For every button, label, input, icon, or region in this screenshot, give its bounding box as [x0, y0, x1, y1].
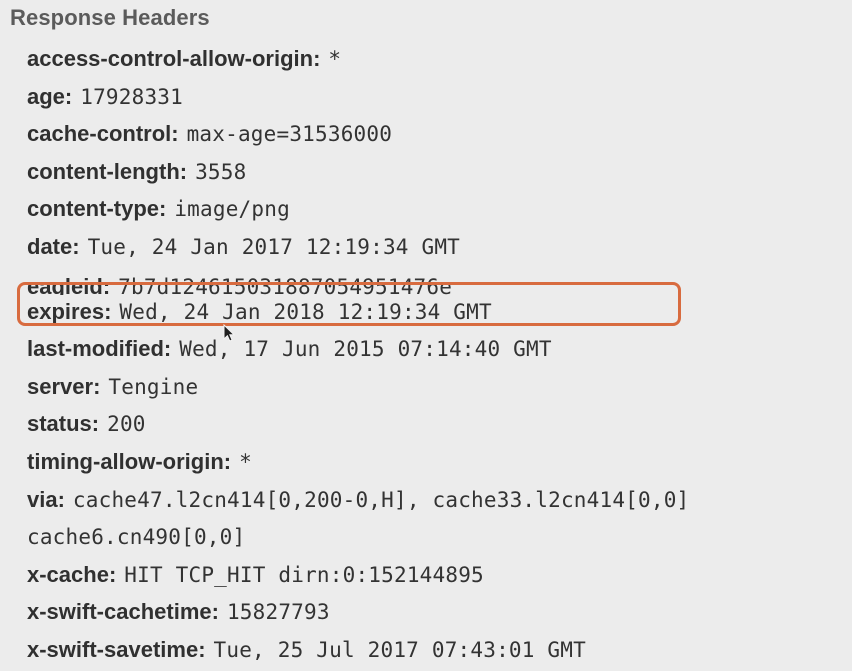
header-value: image/png	[174, 197, 290, 222]
header-name: server	[27, 373, 94, 399]
header-name: timing-allow-origin	[27, 448, 224, 474]
header-row-x-swift-savetime[interactable]: x-swift-savetime: Tue, 25 Jul 2017 07:43:…	[27, 633, 852, 671]
header-value: Tue, 24 Jan 2017 12:19:34 GMT	[87, 234, 461, 259]
header-name: eagleid	[27, 273, 103, 295]
header-row-expires[interactable]: expires: Wed, 24 Jan 2018 12:19:34 GMT	[27, 295, 852, 333]
header-row-date[interactable]: date: Tue, 24 Jan 2017 12:19:34 GMT	[27, 230, 852, 268]
header-row-timing-allow-origin[interactable]: timing-allow-origin: *	[27, 445, 852, 483]
header-row-x-swift-cachetime[interactable]: x-swift-cachetime: 15827793	[27, 595, 852, 633]
response-headers-title[interactable]: Response Headers	[10, 4, 852, 32]
header-value: 3558	[195, 159, 247, 184]
header-value: 17928331	[80, 84, 183, 109]
header-name: expires	[27, 298, 105, 324]
header-separator: :	[72, 233, 80, 259]
header-row-via[interactable]: via: cache47.l2cn414[0,200-0,H], cache33.…	[27, 483, 847, 558]
header-separator: :	[108, 561, 117, 587]
header-separator: :	[198, 636, 206, 662]
header-row-eagleid[interactable]: eagleid: 7b7d1246150318870549514​76e	[27, 268, 852, 295]
header-separator: :	[102, 273, 111, 295]
header-value: Tue, 25 Jul 2017 07:43:01 GMT	[213, 637, 586, 662]
header-name: cache-control	[27, 121, 172, 147]
header-row-status[interactable]: status: 200	[27, 407, 852, 445]
header-separator: :	[159, 196, 167, 222]
header-name: x-swift-savetime	[27, 636, 199, 662]
header-separator: :	[163, 336, 172, 362]
header-separator: :	[91, 411, 100, 437]
header-name: content-type	[27, 196, 159, 222]
header-separator: :	[179, 158, 188, 184]
header-value: Tengine	[108, 374, 199, 399]
header-value: max-age=31536000	[186, 122, 393, 147]
header-row-age[interactable]: age: 17928331	[27, 80, 852, 118]
header-name: via	[27, 486, 58, 512]
header-name: last-modified	[27, 336, 164, 362]
response-headers-list: access-control-allow-origin: * age: 179283…	[10, 42, 852, 671]
header-separator: :	[223, 448, 232, 474]
header-row-cache-control[interactable]: cache-control: max-age=31536000	[27, 117, 852, 155]
header-name: age	[27, 83, 65, 109]
header-value: 7b7d1246150318870549514​76e	[118, 274, 453, 295]
header-separator: :	[313, 46, 321, 71]
header-row-x-cache[interactable]: x-cache: HIT TCP_HIT dirn:0:152144895	[27, 558, 852, 596]
header-row-content-length[interactable]: content-length: 3558	[27, 155, 852, 193]
header-value: cache47.l2cn414[0,200-0,H], cache33.l2cn…	[27, 487, 690, 550]
header-name: content-length	[27, 158, 180, 184]
header-name: x-swift-cachetime	[27, 599, 212, 625]
response-headers-panel: Response Headers access-control-allow-or…	[0, 0, 852, 662]
header-value: 200	[107, 412, 146, 437]
header-value: Wed, 24 Jan 2018 12:19:34 GMT	[119, 299, 492, 324]
header-row-content-type[interactable]: content-type: image/png	[27, 192, 852, 230]
header-row-server[interactable]: server: Tengine	[27, 370, 852, 408]
header-value: *	[239, 449, 252, 474]
header-value: *	[328, 47, 342, 71]
header-row-access-control-allow-origin[interactable]: access-control-allow-origin: *	[27, 42, 852, 80]
header-name: access-control-allow-origin	[27, 46, 314, 71]
header-value: HIT TCP_HIT dirn:0:152144895	[124, 562, 484, 587]
header-row-last-modified[interactable]: last-modified: Wed, 17 Jun 2015 07:14:40 …	[27, 332, 852, 370]
header-separator: :	[211, 599, 219, 625]
header-separator: :	[104, 298, 112, 324]
header-name: date	[27, 233, 73, 259]
header-name: status	[27, 411, 92, 437]
header-separator: :	[57, 486, 65, 512]
header-name: x-cache	[27, 561, 109, 587]
header-separator: :	[93, 373, 101, 399]
header-separator: :	[64, 83, 73, 109]
header-value: 15827793	[226, 600, 330, 625]
header-separator: :	[171, 121, 179, 147]
header-value: Wed, 17 Jun 2015 07:14:40 GMT	[179, 337, 552, 362]
